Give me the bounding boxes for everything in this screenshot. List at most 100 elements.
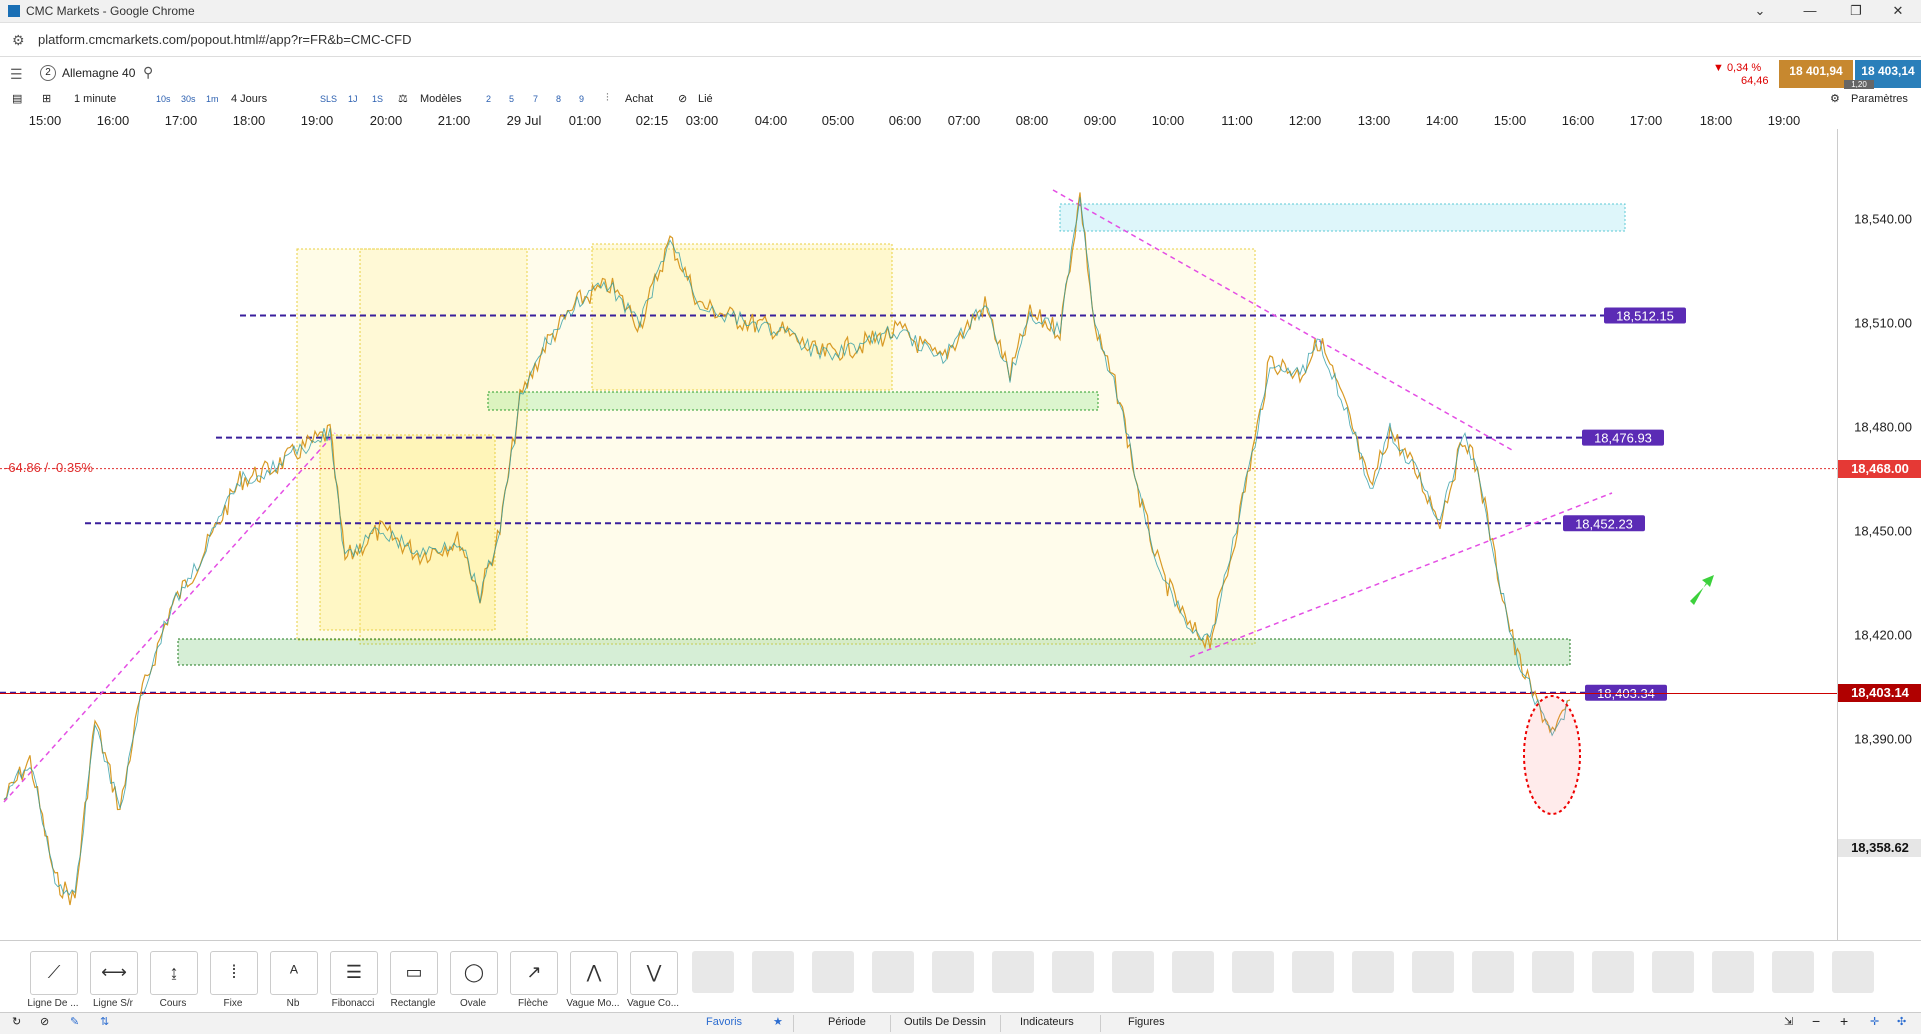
count-9[interactable]: 9 [579, 94, 584, 104]
time-tick-label: 17:00 [164, 113, 198, 128]
settings-icon[interactable]: ⚙ [1830, 92, 1840, 105]
time-tick-label: 07:00 [947, 113, 981, 128]
empty-tool-slot[interactable] [1352, 951, 1394, 993]
price-tool[interactable]: ↨ [150, 951, 198, 995]
count-5[interactable]: 5 [509, 94, 514, 104]
line-tool[interactable]: ⟋ [30, 951, 78, 995]
tool-label: Vague Co... [626, 998, 680, 1009]
address-bar: ⚙ platform.cmcmarkets.com/popout.html#/a… [0, 23, 1921, 57]
count-8[interactable]: 8 [556, 94, 561, 104]
tab-figures[interactable]: Figures [1128, 1016, 1165, 1028]
tab-periode[interactable]: Période [828, 1016, 866, 1028]
settings-button[interactable]: Paramètres [1851, 93, 1908, 105]
tab-indicateurs[interactable]: Indicateurs [1020, 1016, 1074, 1028]
chart-canvas[interactable]: 18,512.1518,476.9318,452.2318,403.34 [0, 129, 1837, 940]
mode-sls[interactable]: SLS [320, 94, 337, 104]
models-icon[interactable]: ⚖ [398, 92, 408, 105]
star-icon[interactable]: ★ [773, 1015, 783, 1028]
fibonacci-tool[interactable]: ☰ [330, 951, 378, 995]
menu-icon[interactable]: ☰ [10, 66, 23, 83]
tab-outils-de-dessin[interactable]: Outils De Dessin [904, 1016, 986, 1028]
count-2[interactable]: 2 [486, 94, 491, 104]
empty-tool-slot[interactable] [992, 951, 1034, 993]
restore-button[interactable]: ❐ [1836, 2, 1876, 20]
price-chart[interactable]: 18,512.15 18,476.93 18,452.23 18,403.34 -64… [0, 129, 1837, 940]
cancel-icon[interactable]: ⊘ [40, 1015, 49, 1028]
empty-tool-slot[interactable] [1472, 951, 1514, 993]
layout-icon[interactable]: ⊞ [42, 92, 51, 105]
url-field[interactable]: platform.cmcmarkets.com/popout.html#/app… [38, 32, 412, 47]
empty-tool-slot[interactable] [692, 951, 734, 993]
fixed-tool[interactable]: ⁞ [210, 951, 258, 995]
tab-favoris[interactable]: Favoris [706, 1016, 742, 1028]
empty-tool-slot[interactable] [1832, 951, 1874, 993]
oval-tool[interactable]: ◯ [450, 951, 498, 995]
time-tick-label: 01:00 [568, 113, 602, 128]
interval-select[interactable]: 1 minute [74, 93, 116, 105]
site-settings-icon[interactable]: ⚙ [12, 32, 25, 49]
time-tick-label: 09:00 [1083, 113, 1117, 128]
mode-1j[interactable]: 1J [348, 94, 358, 104]
chart-type-icon[interactable]: ⫶ [606, 92, 609, 105]
time-tick-label: 13:00 [1357, 113, 1391, 128]
empty-tool-slot[interactable] [1292, 951, 1334, 993]
time-tick-label: 14:00 [1425, 113, 1459, 128]
interval-30s[interactable]: 30s [181, 94, 196, 104]
link-icon[interactable]: ⊘ [678, 92, 687, 105]
empty-tool-slot[interactable] [1112, 951, 1154, 993]
empty-tool-slot[interactable] [1772, 951, 1814, 993]
empty-tool-slot[interactable] [872, 951, 914, 993]
wave-co-icon: ⋁ [646, 962, 662, 982]
tool-label: Ligne De ... [27, 998, 79, 1009]
arrow-tool[interactable]: ↗ [510, 951, 558, 995]
cmc-logo-icon [8, 5, 20, 17]
change-percent: ▼ 0,34 % [1713, 62, 1762, 74]
zoom-out-icon[interactable]: − [1812, 1013, 1820, 1029]
rectangle-tool[interactable]: ▭ [390, 951, 438, 995]
sell-price-button[interactable]: 18 401,94 [1779, 60, 1853, 88]
empty-tool-slot[interactable] [1532, 951, 1574, 993]
segment-tool[interactable]: ⟷ [90, 951, 138, 995]
empty-tool-slot[interactable] [752, 951, 794, 993]
minimize-button[interactable]: — [1790, 2, 1830, 20]
time-tick-label: 11:00 [1221, 113, 1253, 128]
models-button[interactable]: Modèles [420, 93, 462, 105]
search-icon[interactable]: ⚲ [143, 64, 153, 81]
empty-tool-slot[interactable] [1232, 951, 1274, 993]
text-tool[interactable]: ᴬ [270, 951, 318, 995]
empty-tool-slot[interactable] [1412, 951, 1454, 993]
wave-mo-tool[interactable]: ⋀ [570, 951, 618, 995]
price-tick-label: 18,480.00 [1854, 419, 1912, 435]
price-axis[interactable]: 18,540.00 18,510.00 18,480.00 18,450.00 18,4… [1837, 129, 1921, 940]
time-tick-label: 16:00 [1561, 113, 1595, 128]
refresh-icon[interactable]: ↻ [12, 1015, 21, 1028]
cursor-icon[interactable]: ✣ [1897, 1015, 1906, 1028]
buy-button[interactable]: Achat [625, 93, 653, 105]
empty-tool-slot[interactable] [1052, 951, 1094, 993]
link-button[interactable]: Lié [698, 93, 713, 105]
crosshair-icon[interactable]: ✛ [1870, 1015, 1879, 1028]
interval-1m[interactable]: 1m [206, 94, 219, 104]
range-select[interactable]: 4 Jours [231, 93, 267, 105]
empty-tool-slot[interactable] [1652, 951, 1694, 993]
tab-search-button[interactable]: ⌄ [1740, 2, 1780, 20]
empty-tool-slot[interactable] [812, 951, 854, 993]
instrument-name[interactable]: Allemagne 40 [62, 66, 135, 80]
interval-10s[interactable]: 10s [156, 94, 171, 104]
magnet-icon[interactable]: ⇅ [100, 1015, 109, 1028]
empty-tool-slot[interactable] [1712, 951, 1754, 993]
close-button[interactable]: ✕ [1878, 2, 1918, 20]
quote-panel: ▼ 0,34 % 64,46 18 401,94 18 403,14 1,20 [1711, 60, 1921, 90]
mode-1s[interactable]: 1S [372, 94, 383, 104]
time-tick-label: 16:00 [96, 113, 130, 128]
pencil-icon[interactable]: ✎ [70, 1015, 79, 1028]
empty-tool-slot[interactable] [1172, 951, 1214, 993]
expand-icon[interactable]: ⇲ [1784, 1015, 1793, 1028]
empty-tool-slot[interactable] [932, 951, 974, 993]
empty-tool-slot[interactable] [1592, 951, 1634, 993]
list-icon[interactable]: ▤ [12, 92, 22, 105]
zoom-in-icon[interactable]: + [1840, 1013, 1848, 1029]
time-tick-label: 05:00 [821, 113, 855, 128]
wave-co-tool[interactable]: ⋁ [630, 951, 678, 995]
count-7[interactable]: 7 [533, 94, 538, 104]
